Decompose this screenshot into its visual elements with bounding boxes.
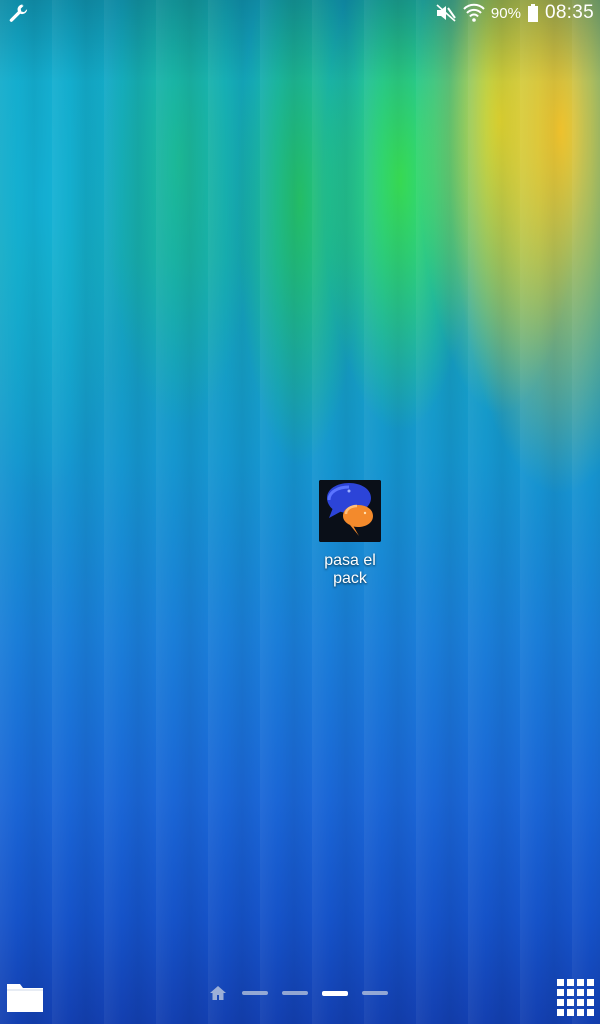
battery-icon	[527, 3, 539, 23]
home-icon[interactable]	[208, 984, 228, 1002]
app-label: pasa el pack	[324, 552, 376, 587]
bottom-bar	[0, 970, 600, 1024]
folder-icon[interactable]	[6, 978, 44, 1014]
page-dot-2[interactable]	[282, 991, 308, 995]
page-dot-1[interactable]	[242, 991, 268, 995]
status-bar[interactable]: 90% 08:35	[0, 0, 600, 26]
wifi-icon	[463, 3, 485, 23]
apps-grid-icon[interactable]	[556, 978, 594, 1016]
home-screen: 90% 08:35 pasa el pack	[0, 0, 600, 1024]
app-shortcut-pasa-el-pack[interactable]: pasa el pack	[300, 480, 400, 588]
page-dot-4[interactable]	[362, 991, 388, 995]
status-clock: 08:35	[544, 2, 594, 23]
chat-bubbles-icon[interactable]	[319, 480, 381, 542]
battery-percent: 90%	[490, 4, 521, 22]
page-dot-3[interactable]	[322, 990, 348, 996]
page-indicator[interactable]	[208, 984, 388, 1002]
wrench-icon	[8, 3, 30, 23]
mute-icon	[435, 3, 457, 23]
status-icons: 90% 08:35	[435, 0, 594, 26]
